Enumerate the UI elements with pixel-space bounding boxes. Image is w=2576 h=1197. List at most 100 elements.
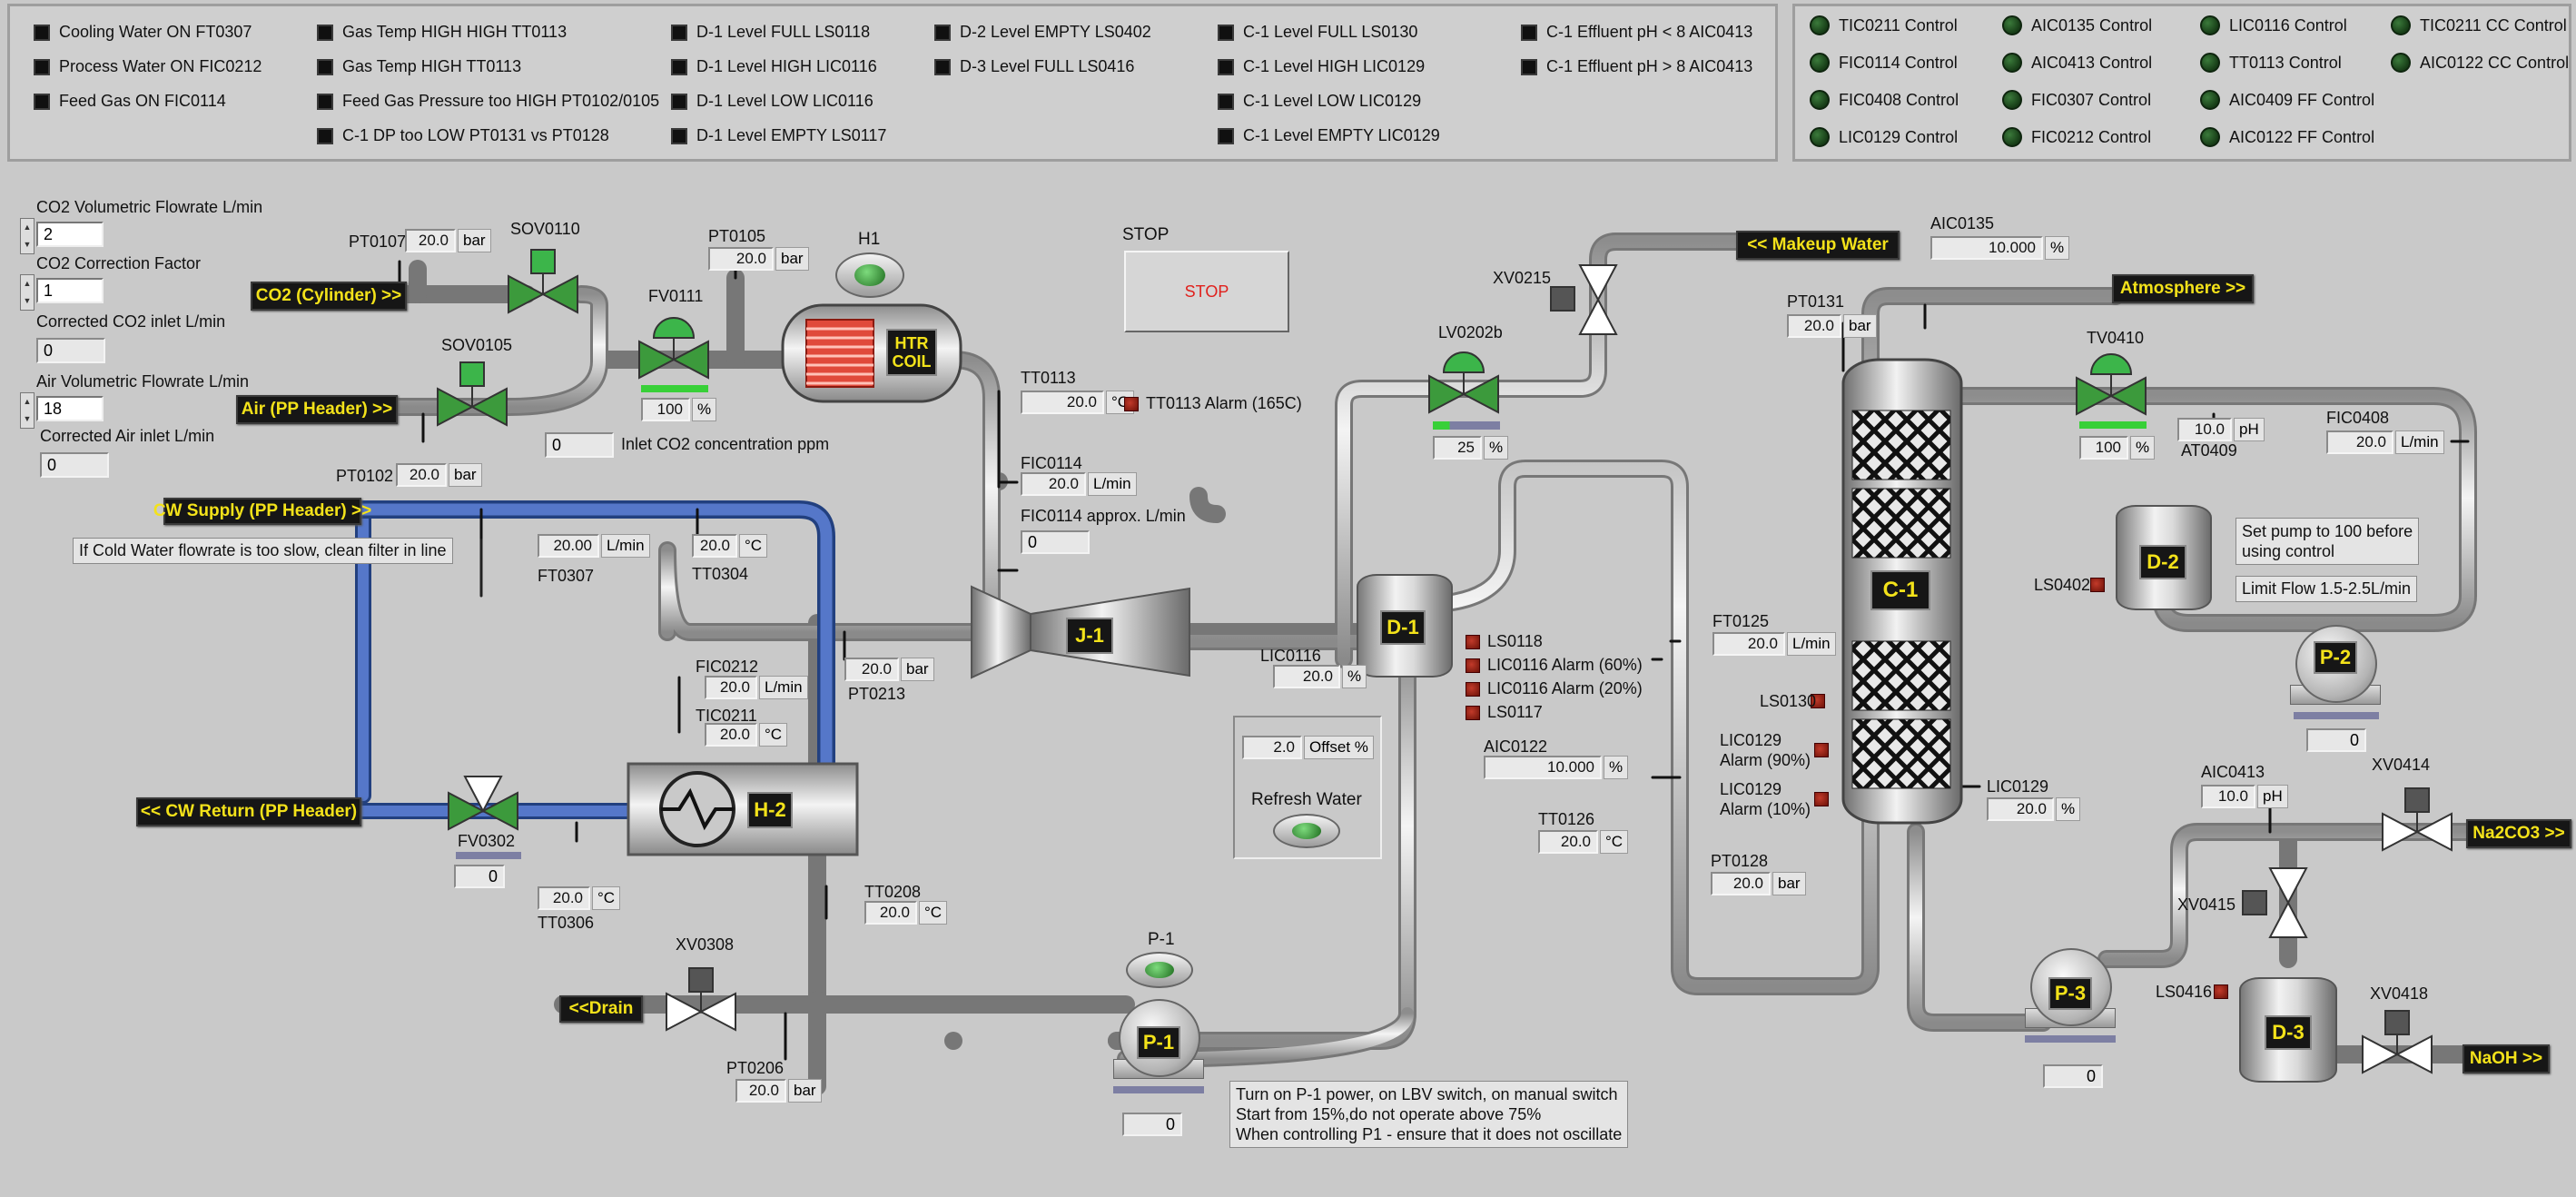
aic0122-readout[interactable]: 10.000% [1484, 756, 1629, 779]
control-toggle[interactable]: TIC0211 CC Control [2391, 15, 2567, 35]
pump-p2[interactable] [2286, 621, 2386, 739]
tic0211-readout[interactable]: 20.0 °C [705, 723, 788, 747]
control-toggle[interactable]: AIC0135 Control [2002, 15, 2152, 35]
j1-label: J-1 [1066, 618, 1113, 654]
control-led-icon [2002, 90, 2022, 110]
air-vol-input[interactable]: 18 [36, 396, 104, 421]
control-toggle[interactable]: AIC0409 FF Control [2200, 90, 2374, 110]
tt0304-tag-label: TT0304 [692, 565, 749, 583]
control-toggle[interactable]: AIC0122 CC Control [2391, 53, 2569, 73]
alarm-item: C-1 Level EMPTY LIC0129 [1218, 126, 1440, 145]
fic0408-readout[interactable]: 20.0 L/min [2326, 430, 2444, 454]
control-toggle[interactable]: FIC0408 Control [1810, 90, 1959, 110]
control-label: AIC0413 Control [2031, 53, 2153, 72]
co2-corr-stepper[interactable]: ▲ ▼ [20, 274, 35, 311]
control-label: TIC0211 CC Control [2420, 15, 2567, 35]
xv0418-label: XV0418 [2370, 984, 2429, 1003]
control-toggle[interactable]: TIC0211 Control [1810, 15, 1958, 35]
control-toggle[interactable]: FIC0307 Control [2002, 90, 2151, 110]
ft0125-readout[interactable]: 20.0 L/min [1712, 632, 1836, 656]
tt0126-readout[interactable]: 20.0 °C [1538, 830, 1629, 854]
pt0213-readout[interactable]: 20.0 bar [844, 658, 934, 681]
pt0107-tag-label: PT0107 [349, 232, 407, 251]
p2-label: P-2 [2314, 641, 2357, 674]
control-label: FIC0114 Control [1839, 53, 1958, 72]
pt0105-readout[interactable]: 20.0 bar [708, 247, 809, 271]
alarm-item: Feed Gas ON FIC0114 [34, 92, 226, 111]
tv0410-opening[interactable]: 100% [2079, 436, 2156, 460]
atmosphere-tag: Atmosphere >> [2112, 274, 2254, 303]
fv0111-opening[interactable]: 100% [641, 398, 717, 421]
offset-field[interactable]: 2.0 Offset % [1242, 736, 1374, 759]
tt0208-readout[interactable]: 20.0 °C [864, 901, 948, 925]
lic0129-tag-label: LIC0129 [1987, 777, 2049, 796]
lv0202b-opening[interactable]: 25% [1433, 436, 1509, 460]
alarm-indicator [34, 58, 50, 75]
pt0128-readout[interactable]: 20.0 bar [1711, 872, 1806, 895]
alarm-item: C-1 Effluent pH > 8 AIC0413 [1521, 57, 1752, 76]
refresh-toggle[interactable] [1273, 814, 1340, 848]
aic0135-readout[interactable]: 10.000% [1930, 236, 2070, 260]
lic0129-readout[interactable]: 20.0% [1987, 797, 2081, 821]
control-toggle[interactable]: FIC0212 Control [2002, 127, 2151, 147]
tt0306-readout[interactable]: 20.0 °C [538, 886, 621, 910]
alarm-item: D-1 Level HIGH LIC0116 [671, 57, 877, 76]
alarm-indicator [317, 58, 333, 75]
p1-toggle-label: P-1 [1148, 930, 1175, 949]
alarm-indicator [934, 58, 951, 75]
co2-vol-input[interactable]: 2 [36, 222, 104, 247]
lic0116-readout[interactable]: 20.0% [1273, 665, 1367, 688]
alarm-indicator [1521, 58, 1537, 75]
alarm-indicator [934, 24, 951, 41]
co2-corr-input[interactable]: 1 [36, 278, 104, 303]
alarm-label: Cooling Water ON FT0307 [59, 23, 252, 41]
control-label: AIC0409 FF Control [2229, 90, 2375, 109]
at0409-readout[interactable]: 10.0 pH [2177, 418, 2265, 441]
control-led-icon [2002, 15, 2022, 35]
d1-alarm-label: LS0118 [1487, 632, 1543, 650]
pt0206-readout[interactable]: 20.0 bar [735, 1079, 822, 1103]
fic0114-readout[interactable]: 20.0 L/min [1021, 472, 1137, 496]
co2-vol-stepper[interactable]: ▲ ▼ [20, 218, 35, 254]
co2-vol-label: CO2 Volumetric Flowrate L/min [36, 198, 263, 216]
fic0114-approx-label: FIC0114 approx. L/min [1021, 507, 1186, 525]
control-toggle[interactable]: FIC0114 Control [1810, 53, 1958, 73]
control-label: TT0113 Control [2229, 53, 2342, 72]
d1-alarm-label: LIC0116 Alarm (20%) [1487, 679, 1643, 697]
control-toggle[interactable]: AIC0413 Control [2002, 53, 2152, 73]
alarm-item: Gas Temp HIGH HIGH TT0113 [317, 23, 567, 42]
p1-toggle[interactable] [1126, 952, 1193, 988]
d1-label: D-1 [1380, 610, 1426, 645]
control-toggle[interactable]: LIC0116 Control [2200, 15, 2347, 35]
pt0131-readout[interactable]: 20.0 bar [1787, 314, 1877, 338]
alarm-label: Feed Gas ON FIC0114 [59, 92, 226, 110]
co2-corrected-label: Corrected CO2 inlet L/min [36, 312, 226, 331]
stop-button[interactable]: STOP [1124, 251, 1289, 332]
ls0402-led [2090, 578, 2105, 592]
control-led-icon [2200, 15, 2220, 35]
tt0304-readout[interactable]: 20.0 °C [692, 534, 768, 558]
fic0212-readout[interactable]: 20.0 L/min [705, 676, 808, 699]
alarm-label: D-2 Level EMPTY LS0402 [960, 23, 1151, 41]
d1-alarm-led [1466, 658, 1480, 673]
alarm-indicator [34, 93, 50, 110]
pt0102-readout[interactable]: 20.0 bar [396, 463, 482, 487]
control-toggle[interactable]: LIC0129 Control [1810, 127, 1958, 147]
alarm-indicator [1521, 24, 1537, 41]
h1-toggle[interactable] [835, 252, 904, 298]
tt0113-readout[interactable]: 20.0 °C [1021, 391, 1135, 414]
air-vol-stepper[interactable]: ▲ ▼ [20, 392, 35, 429]
alarm-item: C-1 Level HIGH LIC0129 [1218, 57, 1425, 76]
alarm-indicator [34, 24, 50, 41]
pt0107-readout[interactable]: 20.0 bar [405, 229, 491, 252]
tt0113-alarm-label: TT0113 Alarm (165C) [1146, 394, 1302, 412]
lv0202b-position-bar [1433, 421, 1500, 430]
control-toggle[interactable]: AIC0122 FF Control [2200, 127, 2374, 147]
fv0302-label: FV0302 [458, 832, 516, 850]
control-toggle[interactable]: TT0113 Control [2200, 53, 2342, 73]
aic0413-readout[interactable]: 10.0 pH [2201, 785, 2288, 808]
ft0307-readout[interactable]: 20.00 L/min [538, 534, 650, 558]
control-led-icon [2002, 127, 2022, 147]
lic0129-10-label: LIC0129 Alarm (10%) [1720, 780, 1811, 818]
fv0302-value[interactable]: 0 [454, 865, 505, 888]
